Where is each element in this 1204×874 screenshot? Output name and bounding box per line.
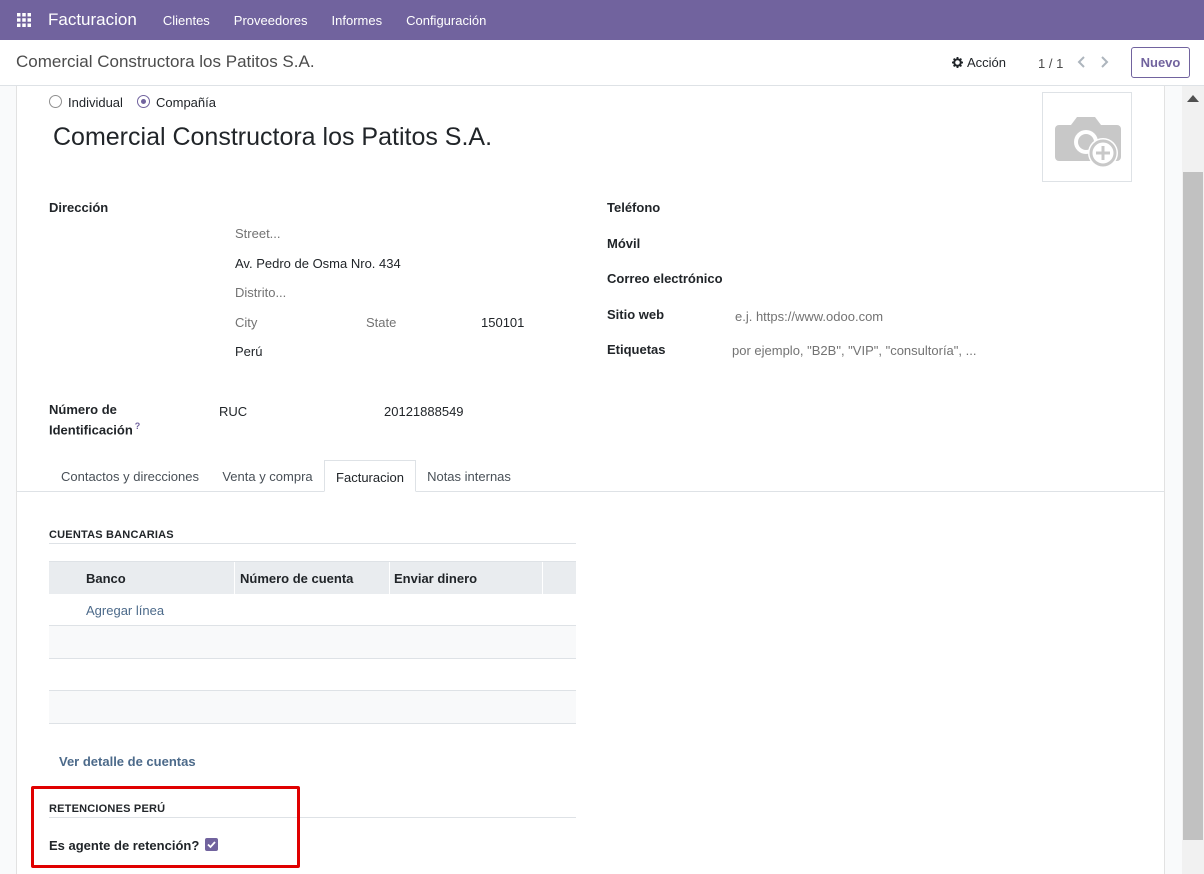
table-row bbox=[49, 691, 576, 723]
city-input[interactable]: City bbox=[235, 315, 257, 330]
bank-table-header: Banco Número de cuenta Enviar dinero bbox=[49, 561, 576, 595]
zip-input[interactable]: 150101 bbox=[481, 315, 524, 330]
action-button[interactable]: Acción bbox=[952, 55, 1006, 70]
tab-notas-internas[interactable]: Notas internas bbox=[416, 460, 522, 492]
apps-grid-icon[interactable] bbox=[0, 0, 48, 40]
email-label: Correo electrónico bbox=[607, 271, 723, 286]
radio-company[interactable] bbox=[137, 95, 150, 108]
column-enviar-dinero[interactable]: Enviar dinero bbox=[394, 562, 477, 595]
district-input[interactable]: Distrito... bbox=[235, 285, 286, 300]
gear-icon bbox=[952, 57, 963, 68]
column-separator bbox=[389, 562, 390, 595]
new-button[interactable]: Nuevo bbox=[1131, 47, 1190, 78]
scrollbar-thumb[interactable] bbox=[1183, 172, 1203, 840]
bank-accounts-title: CUENTAS BANCARIAS bbox=[49, 529, 174, 541]
help-tooltip-icon[interactable]: ? bbox=[135, 421, 141, 431]
table-row-divider bbox=[49, 723, 576, 724]
table-row bbox=[49, 626, 576, 658]
menu-informes[interactable]: Informes bbox=[320, 13, 395, 28]
phone-label: Teléfono bbox=[607, 200, 661, 215]
tab-facturacion[interactable]: Facturacion bbox=[324, 460, 416, 492]
tab-contactos[interactable]: Contactos y direcciones bbox=[49, 460, 211, 492]
street-input[interactable]: Street... bbox=[235, 226, 281, 241]
column-numero-cuenta[interactable]: Número de cuenta bbox=[240, 562, 353, 595]
column-separator bbox=[542, 562, 543, 595]
tab-venta-compra[interactable]: Venta y compra bbox=[211, 460, 324, 492]
company-name-field[interactable]: Comercial Constructora los Patitos S.A. bbox=[53, 123, 492, 152]
website-input[interactable]: e.j. https://www.odoo.com bbox=[735, 309, 883, 324]
scroll-up-arrow-icon[interactable] bbox=[1187, 95, 1199, 102]
chevron-right-icon[interactable] bbox=[1098, 54, 1110, 70]
tags-label: Etiquetas bbox=[607, 342, 666, 357]
mobile-label: Móvil bbox=[607, 236, 641, 251]
view-account-details-link[interactable]: Ver detalle de cuentas bbox=[59, 754, 196, 769]
state-input[interactable]: State bbox=[366, 315, 396, 330]
id-label-line2: Identificación? bbox=[49, 421, 140, 437]
radio-company-label[interactable]: Compañía bbox=[156, 95, 216, 110]
website-label: Sitio web bbox=[607, 307, 665, 322]
menu-clientes[interactable]: Clientes bbox=[151, 13, 222, 28]
address-label: Dirección bbox=[49, 200, 109, 215]
id-label-line1: Número de bbox=[49, 402, 117, 417]
menu-configuracion[interactable]: Configuración bbox=[394, 13, 498, 28]
action-label: Acción bbox=[967, 55, 1007, 70]
app-brand[interactable]: Facturacion bbox=[48, 10, 137, 30]
id-type-select[interactable]: RUC bbox=[219, 404, 247, 419]
radio-individual[interactable] bbox=[49, 95, 62, 108]
chevron-left-icon[interactable] bbox=[1076, 54, 1088, 70]
street2-input[interactable]: Av. Pedro de Osma Nro. 434 bbox=[235, 256, 401, 271]
id-number-input[interactable]: 20121888549 bbox=[384, 404, 464, 419]
column-banco[interactable]: Banco bbox=[86, 562, 126, 595]
country-input[interactable]: Perú bbox=[235, 344, 262, 359]
avatar-upload[interactable] bbox=[1042, 92, 1132, 182]
highlight-box bbox=[31, 786, 300, 868]
tags-input[interactable]: por ejemplo, "B2B", "VIP", "consultoría"… bbox=[732, 343, 976, 358]
camera-plus-icon bbox=[1055, 117, 1121, 168]
top-navbar: Facturacion Clientes Proveedores Informe… bbox=[0, 0, 1204, 40]
pager-value[interactable]: 1 / 1 bbox=[1038, 56, 1063, 71]
control-panel: Comercial Constructora los Patitos S.A. … bbox=[0, 40, 1204, 86]
menu-proveedores[interactable]: Proveedores bbox=[222, 13, 320, 28]
add-line-link[interactable]: Agregar línea bbox=[86, 603, 164, 618]
radio-individual-label[interactable]: Individual bbox=[68, 95, 123, 110]
table-row-divider bbox=[49, 658, 576, 659]
breadcrumb: Comercial Constructora los Patitos S.A. bbox=[16, 52, 315, 71]
column-separator bbox=[234, 562, 235, 595]
id-label-text: Identificación bbox=[49, 422, 133, 438]
bank-accounts-divider bbox=[49, 543, 576, 544]
